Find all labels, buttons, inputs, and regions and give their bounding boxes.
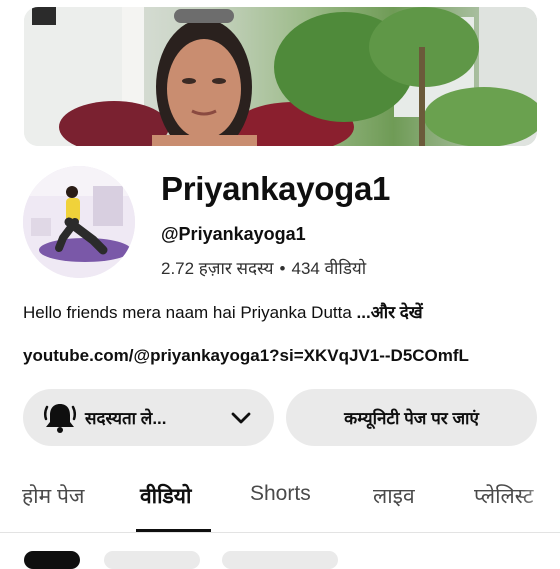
channel-handle: @Priyankayoga1 [161, 224, 306, 244]
channel-avatar[interactable] [23, 166, 135, 278]
filter-chip[interactable] [222, 551, 338, 569]
filter-chip[interactable] [24, 551, 80, 569]
tab-live[interactable]: लाइव [373, 482, 415, 510]
tab-videos[interactable]: वीडियो [140, 482, 191, 510]
more-link[interactable]: ...और देखें [357, 303, 423, 322]
channel-banner [24, 7, 537, 146]
channel-stats: 2.72 हज़ार सदस्य • 434 वीडियो [161, 256, 366, 279]
filter-chip[interactable] [104, 551, 200, 569]
banner-image [24, 7, 537, 146]
active-tab-indicator [136, 529, 211, 532]
video-count: 434 वीडियो [291, 259, 367, 278]
description-text: Hello friends mera naam hai Priyanka Dut… [23, 303, 357, 322]
tabs-fade [520, 470, 560, 530]
avatar-image [23, 166, 135, 278]
channel-name: Priyankayoga1 [161, 170, 391, 207]
tab-home[interactable]: होम पेज [22, 482, 85, 510]
stats-separator: • [279, 259, 286, 278]
community-label: कम्यूनिटी पेज पर जाएं [344, 409, 479, 428]
channel-description[interactable]: Hello friends mera naam hai Priyanka Dut… [23, 300, 423, 323]
channel-tabs: होम पेज वीडियो Shorts लाइव प्लेलिस्ट [0, 470, 560, 533]
channel-link[interactable]: youtube.com/@priyankayoga1?si=XKVqJV1--D… [23, 346, 469, 366]
tab-shorts[interactable]: Shorts [250, 482, 311, 506]
subscribe-label: सदस्यता ले... [85, 409, 167, 428]
chevron-down-icon[interactable] [230, 407, 252, 429]
community-button[interactable]: कम्यूनिटी पेज पर जाएं [286, 389, 537, 446]
bell-icon [43, 403, 77, 433]
subscriber-count: 2.72 हज़ार सदस्य [161, 259, 274, 278]
subscribe-button[interactable]: सदस्यता ले... [23, 389, 274, 446]
